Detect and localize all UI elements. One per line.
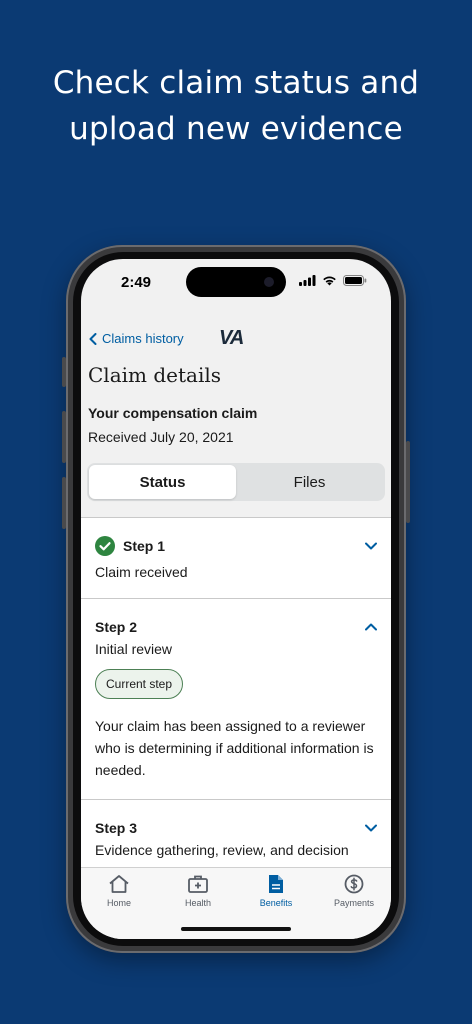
tab-home-label: Home <box>106 898 131 908</box>
claim-title: Your compensation claim <box>88 405 258 421</box>
page-title: Claim details <box>88 363 221 387</box>
signal-icon <box>299 275 316 286</box>
status-bar: 2:49 <box>81 259 391 305</box>
home-icon <box>109 875 129 893</box>
segment-files[interactable]: Files <box>236 465 383 499</box>
tab-health-label: Health <box>184 898 211 908</box>
tab-benefits-label: Benefits <box>259 898 293 908</box>
back-button[interactable]: Claims history <box>89 331 184 346</box>
current-step-badge: Current step <box>95 669 184 699</box>
medical-kit-icon <box>188 875 208 893</box>
tab-payments-label: Payments <box>333 898 375 908</box>
step-3-title: Step 3 <box>95 820 138 836</box>
tab-benefits[interactable]: Benefits <box>238 874 314 908</box>
status-time: 2:49 <box>121 274 152 291</box>
step-1-accordion[interactable]: Step 1 Claim received <box>81 518 391 599</box>
tab-health[interactable]: Health <box>160 874 236 908</box>
headline-line-1: Check claim status and <box>52 65 420 101</box>
camera-icon <box>264 277 274 287</box>
step-2-title: Step 2 <box>95 619 138 635</box>
dollar-circle-icon <box>344 874 364 894</box>
tab-payments[interactable]: Payments <box>316 874 391 908</box>
battery-icon <box>343 275 367 286</box>
tab-home[interactable]: Home <box>81 874 157 908</box>
claim-received-date: Received July 20, 2021 <box>88 429 234 445</box>
step-2-accordion[interactable]: Step 2 Initial review Current step Your … <box>81 599 391 800</box>
status-icons <box>299 275 367 286</box>
chevron-up-icon[interactable] <box>365 623 377 631</box>
step-1-header: Step 1 <box>95 536 377 556</box>
step-3-accordion[interactable]: Step 3 Evidence gathering, review, and d… <box>81 800 391 867</box>
va-logo: VA <box>219 327 244 349</box>
step-1-title: Step 1 <box>123 538 166 554</box>
chevron-down-icon[interactable] <box>365 542 377 550</box>
phone-volume-up-button <box>62 411 66 463</box>
chevron-left-icon <box>89 332 97 345</box>
step-1-subtitle: Claim received <box>95 564 188 580</box>
step-3-subtitle: Evidence gathering, review, and decision <box>95 842 349 858</box>
step-3-header: Step 3 <box>95 818 377 838</box>
marketing-headline: Check claim status and upload new eviden… <box>0 60 472 152</box>
step-2-description: Your claim has been assigned to a review… <box>95 718 374 778</box>
wifi-icon <box>323 276 336 286</box>
app-screen: 2:49 Claims history VA Claim details You… <box>81 259 391 939</box>
headline-line-2: upload new evidence <box>69 111 403 147</box>
step-2-subtitle: Initial review <box>95 641 173 657</box>
nav-bar: Claims history VA <box>81 325 391 355</box>
check-circle-icon <box>95 536 115 556</box>
dynamic-island <box>186 267 286 297</box>
phone-action-button <box>62 357 66 387</box>
status-files-segmented-control: Status Files <box>87 463 385 501</box>
document-icon <box>269 875 283 893</box>
home-indicator[interactable] <box>181 927 291 931</box>
back-button-label: Claims history <box>102 331 184 346</box>
step-2-header: Step 2 <box>95 617 377 637</box>
bottom-tab-bar: Home Health Benefits Payments <box>81 867 391 939</box>
chevron-down-icon[interactable] <box>365 824 377 832</box>
phone-volume-down-button <box>62 477 66 529</box>
phone-power-button <box>406 441 410 523</box>
segment-status[interactable]: Status <box>89 465 236 499</box>
claim-steps-list: Step 1 Claim received Step 2 Initial rev… <box>81 517 391 867</box>
